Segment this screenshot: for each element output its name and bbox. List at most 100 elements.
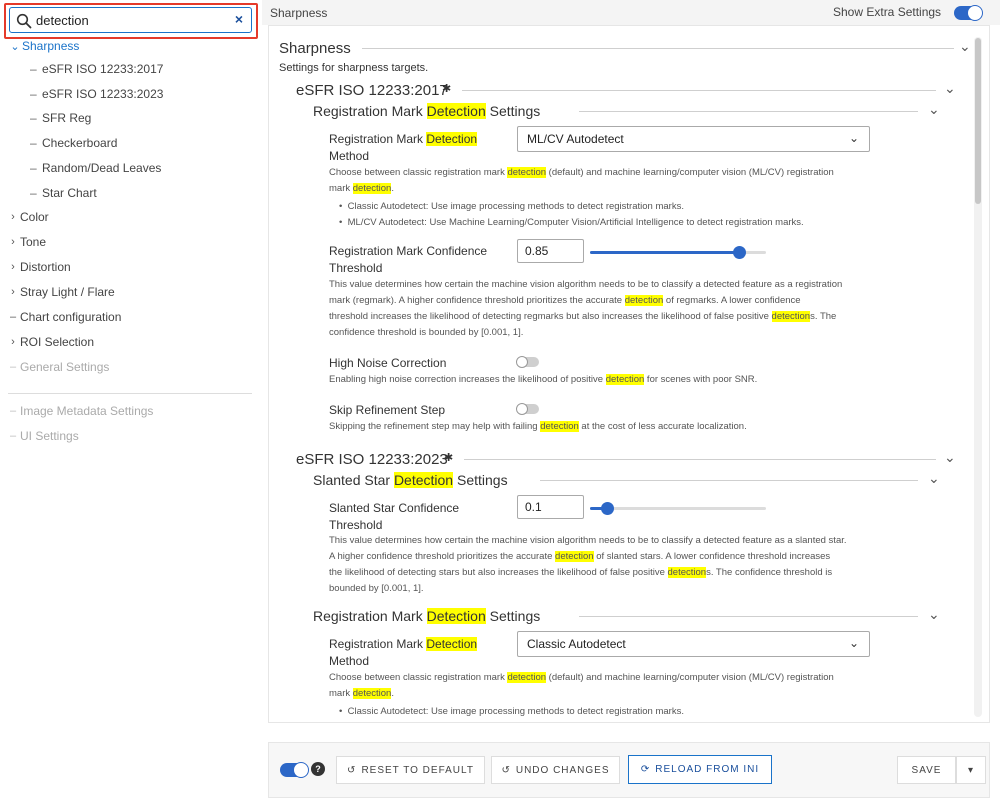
registration-mark-method-description: Choose between classic registration mark… <box>329 167 834 194</box>
sidebar-item-label: Sharpness <box>22 39 80 53</box>
confidence-threshold-description: This value determines how certain the ma… <box>329 279 843 338</box>
slanted-star-threshold-description: This value determines how certain the ma… <box>329 535 847 594</box>
undo-changes-button[interactable]: ↺ UNDO CHANGES <box>491 756 620 784</box>
slanted-star-threshold-input[interactable]: 0.1 <box>517 495 584 519</box>
sidebar-item-stray-light[interactable]: › Stray Light / Flare <box>6 282 115 302</box>
slanted-star-threshold-slider[interactable] <box>590 507 766 510</box>
sidebar-item-chart-configuration[interactable]: – Chart configuration <box>6 307 121 327</box>
save-options-button[interactable]: ▾ <box>956 756 986 784</box>
registration-mark-method-label-2023: Registration Mark Detection Method <box>329 637 478 668</box>
sidebar-item-sfr-reg[interactable]: – SFR Reg <box>0 108 91 128</box>
skip-refinement-step-label: Skip Refinement Step <box>329 403 446 417</box>
high-noise-correction-label: High Noise Correction <box>329 356 447 370</box>
list-item: • Classic Autodetect: Use image processi… <box>339 706 684 717</box>
sidebar-item-label: Tone <box>20 235 47 249</box>
reload-from-ini-button[interactable]: ⟳ RELOAD FROM INI <box>628 755 772 784</box>
high-noise-correction-description: Enabling high noise correction increases… <box>329 374 758 385</box>
skip-refinement-step-description: Skipping the refinement step may help wi… <box>329 421 747 432</box>
confidence-threshold-input[interactable]: 0.85 <box>517 239 584 263</box>
confidence-threshold-slider-fill <box>590 251 740 254</box>
sidebar-item-checkerboard[interactable]: – Checkerboard <box>0 133 117 153</box>
section-title-sharpness: Sharpness <box>279 40 351 57</box>
sidebar-divider <box>8 393 252 394</box>
sidebar-item-color[interactable]: › Color <box>6 207 49 227</box>
chevron-down-icon[interactable]: ⌄ <box>944 80 956 97</box>
skip-refinement-step-toggle[interactable] <box>516 403 539 415</box>
sidebar-item-random-dead-leaves[interactable]: – Random/Dead Leaves <box>0 158 161 178</box>
chevron-right-icon: › <box>11 286 15 298</box>
sidebar-item-label: Stray Light / Flare <box>20 285 115 299</box>
registration-mark-method-bullets: • Classic Autodetect: Use image processi… <box>339 199 939 231</box>
sidebar-item-roi-selection[interactable]: › ROI Selection <box>6 332 94 352</box>
chevron-down-icon[interactable]: ⌄ <box>959 38 971 55</box>
sidebar-item-star-chart[interactable]: – Star Chart <box>0 183 97 203</box>
chevron-down-icon[interactable]: ⌄ <box>928 101 940 118</box>
sidebar-item-label: eSFR ISO 12233:2023 <box>42 87 164 101</box>
gear-icon[interactable]: ✱ <box>442 82 451 95</box>
subsection-title-registration-mark-detection-2023: Registration Mark Detection Settings <box>313 608 541 624</box>
sidebar-item-label: Chart configuration <box>20 310 122 324</box>
sidebar-item-label: Distortion <box>20 260 71 274</box>
chevron-right-icon: › <box>11 336 15 348</box>
chevron-down-icon[interactable]: ⌄ <box>928 470 940 487</box>
chevron-down-icon: ⌄ <box>10 40 20 53</box>
chevron-down-icon[interactable]: ⌄ <box>944 449 956 466</box>
sidebar-item-label: Random/Dead Leaves <box>42 161 162 175</box>
page-title: Sharpness <box>270 6 328 20</box>
undo-icon: ↺ <box>501 764 511 776</box>
sidebar-item-label: General Settings <box>20 360 110 374</box>
slanted-star-threshold-label: Slanted Star Confidence Threshold <box>329 501 460 532</box>
sidebar-item-image-metadata-settings[interactable]: – Image Metadata Settings <box>6 401 153 421</box>
sidebar-item-ui-settings[interactable]: – UI Settings <box>6 426 79 446</box>
caret-down-icon: ▾ <box>967 764 975 776</box>
confidence-threshold-slider-handle[interactable] <box>733 246 747 259</box>
gear-icon[interactable]: ✱ <box>444 451 453 464</box>
chevron-down-icon[interactable]: ⌄ <box>928 606 940 623</box>
show-extra-settings-toggle[interactable] <box>954 5 983 21</box>
clear-search-icon[interactable]: × <box>235 11 243 27</box>
confidence-threshold-label: Registration Mark Confidence Threshold <box>329 244 488 275</box>
slanted-star-threshold-slider-handle[interactable] <box>601 502 615 515</box>
sidebar-item-label: ROI Selection <box>20 335 95 349</box>
high-noise-correction-toggle[interactable] <box>516 356 539 368</box>
chevron-right-icon: › <box>11 211 15 223</box>
chevron-right-icon: › <box>11 236 15 248</box>
chevron-down-icon: ⌄ <box>848 636 859 650</box>
sidebar-item-label: Star Chart <box>42 186 97 200</box>
chevron-down-icon: ⌄ <box>848 131 859 145</box>
reset-icon: ↺ <box>347 764 357 776</box>
sidebar-item-label: UI Settings <box>20 429 79 443</box>
search-input[interactable] <box>36 10 226 30</box>
chevron-right-icon: › <box>11 261 15 273</box>
subsection-title-registration-mark-detection: Registration Mark Detection Settings <box>313 103 541 119</box>
show-extra-settings-label: Show Extra Settings <box>833 5 942 19</box>
sidebar-item-tone[interactable]: › Tone <box>6 232 46 252</box>
list-item: • Classic Autodetect: Use image processi… <box>339 201 684 212</box>
sidebar-item-sharpness[interactable]: ⌄ Sharpness <box>8 36 79 56</box>
search-icon <box>16 13 32 29</box>
registration-mark-method-label: Registration Mark Detection Method <box>329 132 478 163</box>
search-box[interactable]: × <box>9 7 252 33</box>
group-title-esfr-2017: eSFR ISO 12233:2017 <box>296 82 448 99</box>
reset-to-default-button[interactable]: ↺ RESET TO DEFAULT <box>336 756 485 784</box>
sidebar-item-esfr-2017[interactable]: – eSFR ISO 12233:2017 <box>0 59 163 79</box>
scrollbar-thumb[interactable] <box>975 38 981 204</box>
sidebar-item-general-settings[interactable]: – General Settings <box>6 357 109 377</box>
registration-mark-method-select-2023[interactable]: Classic Autodetect ⌄ <box>517 631 870 657</box>
sidebar-item-label: eSFR ISO 12233:2017 <box>42 62 164 76</box>
subsection-title-slanted-star-detection: Slanted Star Detection Settings <box>313 472 508 488</box>
footer-toggle[interactable] <box>280 762 309 778</box>
sidebar-item-label: SFR Reg <box>42 111 92 125</box>
sidebar-item-label: Checkerboard <box>42 136 118 150</box>
registration-mark-method-description-2023: Choose between classic registration mark… <box>329 672 834 699</box>
save-button[interactable]: SAVE <box>897 756 956 784</box>
refresh-icon: ⟳ <box>640 764 651 775</box>
sidebar-item-distortion[interactable]: › Distortion <box>6 257 71 277</box>
section-description: Settings for sharpness targets. <box>279 62 429 74</box>
help-icon[interactable]: ? <box>311 762 325 776</box>
group-title-esfr-2023: eSFR ISO 12233:2023 <box>296 451 448 468</box>
registration-mark-method-select[interactable]: ML/CV Autodetect ⌄ <box>517 126 870 152</box>
sidebar-item-esfr-2023[interactable]: – eSFR ISO 12233:2023 <box>0 84 163 104</box>
sidebar-item-label: Color <box>20 210 49 224</box>
list-item: • ML/CV Autodetect: Use Machine Learning… <box>339 217 804 228</box>
